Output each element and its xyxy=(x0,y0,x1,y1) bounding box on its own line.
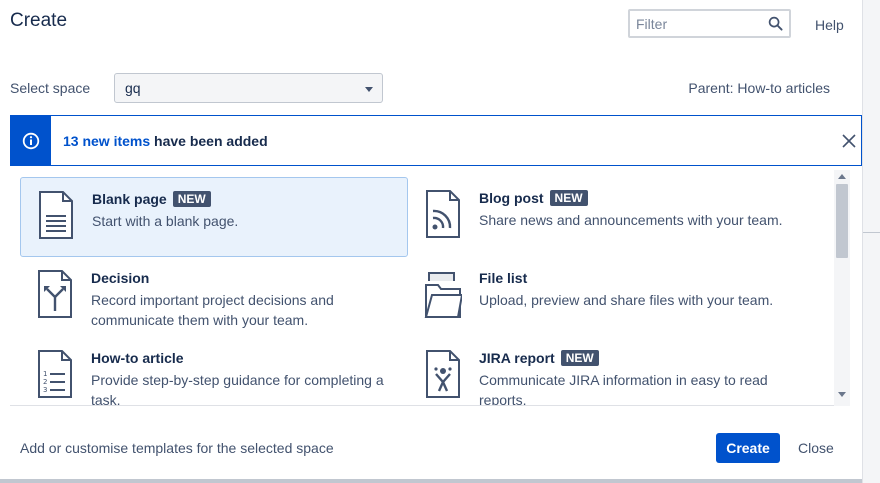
template-description: Start with a blank page. xyxy=(92,213,239,229)
template-decision[interactable]: Decision Record important project decisi… xyxy=(20,257,408,337)
template-name: Blank page xyxy=(92,191,167,207)
file-list-icon xyxy=(424,272,462,318)
new-items-link[interactable]: 13 new items xyxy=(63,133,150,149)
template-name: Decision xyxy=(91,270,150,286)
template-jira-report[interactable]: JIRA report NEW Communicate JIRA informat… xyxy=(408,337,796,406)
template-description: Upload, preview and share files with you… xyxy=(479,292,774,308)
template-description: Communicate JIRA information in easy to … xyxy=(479,372,768,406)
create-button[interactable]: Create xyxy=(716,433,780,463)
parent-page-label[interactable]: Parent: How-to articles xyxy=(688,80,830,96)
new-badge: NEW xyxy=(560,350,599,366)
scroll-down-icon[interactable] xyxy=(838,392,846,397)
close-icon[interactable] xyxy=(841,133,857,149)
decision-icon xyxy=(38,270,72,318)
template-name: File list xyxy=(479,270,528,286)
filter-field[interactable] xyxy=(628,9,791,38)
new-badge: NEW xyxy=(172,191,211,207)
space-select-value: gq xyxy=(125,80,141,96)
svg-text:1: 1 xyxy=(43,370,47,378)
scroll-up-icon[interactable] xyxy=(838,174,846,179)
info-banner-icon-box xyxy=(11,116,51,165)
chevron-down-icon xyxy=(365,87,373,92)
scrollbar-thumb[interactable] xyxy=(836,184,848,258)
customise-templates-link[interactable]: Add or customise templates for the selec… xyxy=(20,440,334,456)
how-to-article-icon: 1 2 3 xyxy=(38,350,72,398)
close-button[interactable]: Close xyxy=(798,440,834,456)
divider xyxy=(863,232,880,233)
template-description: Record important project decisions and c… xyxy=(91,292,334,328)
template-name: JIRA report xyxy=(479,350,555,366)
select-space-label: Select space xyxy=(10,80,91,96)
jira-report-icon xyxy=(426,350,460,398)
blog-post-icon xyxy=(426,190,460,238)
space-select[interactable]: gq xyxy=(114,73,383,103)
dialog-title: Create xyxy=(10,10,68,31)
banner-message-text: have been added xyxy=(150,133,268,149)
svg-text:2: 2 xyxy=(43,378,47,386)
template-name: How-to article xyxy=(91,350,184,366)
template-description: Provide step-by-step guidance for comple… xyxy=(91,372,384,406)
info-icon xyxy=(22,132,40,150)
dialog-bottom-border xyxy=(0,479,862,483)
create-dialog: Create Help Select space gq Parent: How-… xyxy=(0,0,862,483)
search-icon[interactable] xyxy=(768,16,783,31)
blank-page-icon xyxy=(39,191,73,239)
help-link[interactable]: Help xyxy=(815,17,844,33)
info-banner: 13 new items have been added xyxy=(10,115,862,166)
template-how-to-article[interactable]: 1 2 3 How-to article Provide step-by-ste… xyxy=(20,337,408,406)
new-badge: NEW xyxy=(549,190,588,206)
svg-text:3: 3 xyxy=(43,386,47,394)
banner-message: 13 new items have been added xyxy=(63,133,268,149)
template-name: Blog post xyxy=(479,190,544,206)
template-list: Blank page NEW Start with a blank page. B… xyxy=(10,170,850,406)
template-blank-page[interactable]: Blank page NEW Start with a blank page. xyxy=(20,177,408,257)
template-blog-post[interactable]: Blog post NEW Share news and announcement… xyxy=(408,177,796,257)
template-list-scrollbar[interactable] xyxy=(834,170,850,406)
filter-input[interactable] xyxy=(636,14,766,34)
background-page-edge xyxy=(862,0,880,483)
template-file-list[interactable]: File list Upload, preview and share file… xyxy=(408,257,796,337)
template-description: Share news and announcements with your t… xyxy=(479,212,783,228)
